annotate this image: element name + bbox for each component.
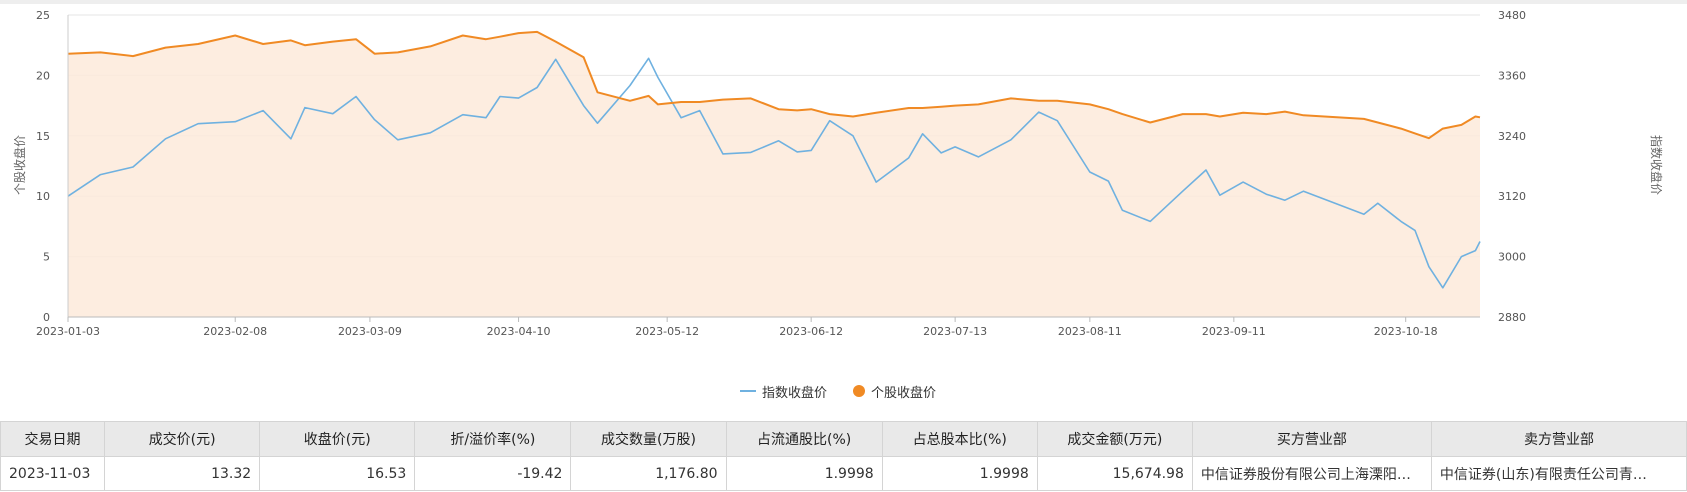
cell-amount: 15,674.98: [1036, 456, 1193, 491]
legend-dot-icon: [853, 385, 866, 397]
col-header-amount[interactable]: 成交金额(万元): [1036, 421, 1193, 457]
chart-legend: 指数收盘价 个股收盘价: [740, 381, 962, 401]
col-header-date[interactable]: 交易日期: [0, 421, 106, 457]
x-tick-label: 2023-03-09: [338, 325, 402, 338]
y-tick-label-left: 25: [36, 9, 50, 22]
y-tick-label-left: 20: [36, 69, 50, 82]
cell-float-ratio: 1.9998: [725, 456, 883, 491]
x-tick-label: 2023-02-08: [203, 325, 267, 338]
col-header-buyer[interactable]: 买方营业部: [1191, 421, 1432, 457]
y-tick-label-left: 5: [43, 251, 50, 264]
x-tick-label: 2023-10-18: [1374, 325, 1438, 338]
y-tick-label-right: 3120: [1498, 190, 1526, 203]
cell-date: 2023-11-03: [0, 456, 106, 491]
table-header-row: 交易日期 成交价(元) 收盘价(元) 折/溢价率(%) 成交数量(万股) 占流通…: [0, 421, 1687, 457]
y-tick-label-right: 3360: [1498, 69, 1526, 82]
x-tick-label: 2023-06-12: [779, 325, 843, 338]
y-tick-label-left: 0: [43, 311, 50, 324]
y-tick-label-right: 3480: [1498, 9, 1526, 22]
cell-premium: -19.42: [414, 456, 572, 491]
legend-label-stock: 个股收盘价: [871, 385, 937, 401]
col-header-float-ratio[interactable]: 占流通股比(%): [725, 421, 883, 457]
cell-close-price: 16.53: [259, 456, 416, 491]
y-tick-label-right: 3000: [1498, 251, 1526, 264]
legend-label-index: 指数收盘价: [762, 385, 828, 401]
x-tick-label: 2023-08-11: [1058, 325, 1122, 338]
legend-item-stock[interactable]: 个股收盘价: [853, 382, 936, 401]
x-tick-label: 2023-07-13: [923, 325, 987, 338]
table-row: 2023-11-03 13.32 16.53 -19.42 1,176.80 1…: [0, 456, 1687, 491]
y-axis-label-left: 个股收盘价: [12, 135, 27, 195]
cell-volume: 1,176.80: [570, 456, 727, 491]
block-trade-table: 交易日期 成交价(元) 收盘价(元) 折/溢价率(%) 成交数量(万股) 占流通…: [0, 421, 1687, 491]
cell-seller[interactable]: 中信证券(山东)有限责任公司青…: [1430, 456, 1687, 491]
y-tick-label-left: 10: [36, 190, 50, 203]
legend-line-icon: [740, 390, 756, 392]
y-axis-label-right: 指数收盘价: [1649, 135, 1664, 195]
cell-total-ratio: 1.9998: [881, 456, 1038, 491]
col-header-seller[interactable]: 卖方营业部: [1430, 421, 1687, 457]
x-tick-label: 2023-09-11: [1202, 325, 1266, 338]
x-tick-label: 2023-05-12: [635, 325, 699, 338]
col-header-total-ratio[interactable]: 占总股本比(%): [881, 421, 1038, 457]
y-tick-label-left: 15: [36, 130, 50, 143]
cell-buyer[interactable]: 中信证券股份有限公司上海溧阳…: [1191, 456, 1432, 491]
col-header-deal-price[interactable]: 成交价(元): [104, 421, 261, 457]
col-header-volume[interactable]: 成交数量(万股): [570, 421, 727, 457]
x-tick-label: 2023-04-10: [487, 325, 551, 338]
legend-item-index[interactable]: 指数收盘价: [740, 382, 827, 401]
col-header-premium[interactable]: 折/溢价率(%): [414, 421, 572, 457]
col-header-close-price[interactable]: 收盘价(元): [259, 421, 416, 457]
y-tick-label-right: 2880: [1498, 311, 1526, 324]
price-chart: 0 5 10 15 20 25 2880 3000 3120 3240 3360 3480 2023-0…: [12, 9, 1664, 338]
x-tick-label: 2023-01-03: [36, 325, 100, 338]
stock-price-area: [68, 31, 1480, 318]
cell-deal-price: 13.32: [104, 456, 261, 491]
y-tick-label-right: 3240: [1498, 130, 1526, 143]
